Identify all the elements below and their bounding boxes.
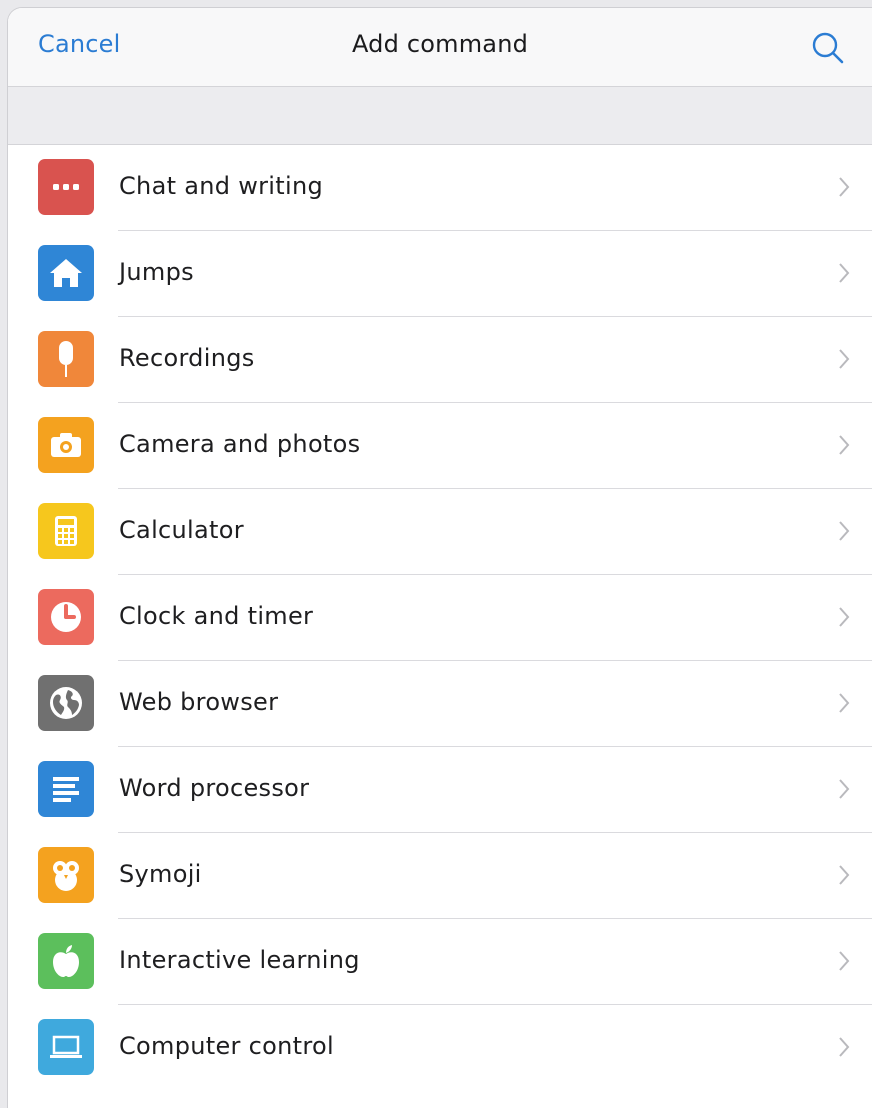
- command-label: Calculator: [119, 516, 244, 544]
- command-row-recordings[interactable]: Recordings: [8, 317, 872, 403]
- search-icon: [812, 32, 844, 64]
- microphone-icon: [59, 341, 73, 377]
- command-row-computer-control[interactable]: Computer control: [8, 1005, 872, 1091]
- chevron-right-icon: [839, 263, 850, 283]
- command-row-calculator[interactable]: Calculator: [8, 489, 872, 575]
- command-row-clock-and-timer[interactable]: Clock and timer: [8, 575, 872, 661]
- interactive-learning-tile: [38, 933, 94, 989]
- recordings-tile: [38, 331, 94, 387]
- command-row-word-processor[interactable]: Word processor: [8, 747, 872, 833]
- add-command-sheet: Cancel Add command Chat and writing Jump…: [8, 8, 872, 1108]
- web-browser-tile: [38, 675, 94, 731]
- chat-tile: [38, 159, 94, 215]
- computer-control-tile: [38, 1019, 94, 1075]
- document-icon: [53, 777, 79, 802]
- chevron-right-icon: [839, 177, 850, 197]
- command-label: Camera and photos: [119, 430, 361, 458]
- chevron-right-icon: [839, 779, 850, 799]
- clock-icon: [51, 602, 81, 632]
- command-row-camera-and-photos[interactable]: Camera and photos: [8, 403, 872, 489]
- section-separator: [8, 87, 872, 145]
- jumps-tile: [38, 245, 94, 301]
- symoji-tile: [38, 847, 94, 903]
- laptop-icon: [50, 1035, 82, 1058]
- command-label: Jumps: [119, 258, 194, 286]
- command-category-list: Chat and writing Jumps Recordings Camera…: [8, 145, 872, 1091]
- symoji-owl-icon: [53, 861, 79, 891]
- command-row-chat-and-writing[interactable]: Chat and writing: [8, 145, 872, 231]
- camera-tile: [38, 417, 94, 473]
- chevron-right-icon: [839, 951, 850, 971]
- chat-dots-icon: [53, 184, 79, 190]
- chevron-right-icon: [839, 865, 850, 885]
- home-icon: [50, 259, 82, 287]
- calculator-icon: [55, 516, 77, 546]
- command-row-web-browser[interactable]: Web browser: [8, 661, 872, 747]
- command-row-jumps[interactable]: Jumps: [8, 231, 872, 317]
- word-processor-tile: [38, 761, 94, 817]
- command-row-symoji[interactable]: Symoji: [8, 833, 872, 919]
- chevron-right-icon: [839, 1037, 850, 1057]
- command-label: Clock and timer: [119, 602, 314, 630]
- page-title: Add command: [351, 30, 529, 58]
- calculator-tile: [38, 503, 94, 559]
- command-label: Computer control: [119, 1032, 334, 1060]
- command-label: Word processor: [119, 774, 310, 802]
- command-label: Chat and writing: [119, 172, 323, 200]
- chevron-right-icon: [839, 607, 850, 627]
- command-label: Interactive learning: [119, 946, 360, 974]
- clock-tile: [38, 589, 94, 645]
- command-row-interactive-learning[interactable]: Interactive learning: [8, 919, 872, 1005]
- camera-icon: [51, 433, 81, 457]
- search-button[interactable]: [808, 28, 848, 68]
- command-label: Web browser: [119, 688, 279, 716]
- chevron-right-icon: [839, 435, 850, 455]
- chevron-right-icon: [839, 521, 850, 541]
- command-label: Symoji: [119, 860, 202, 888]
- command-label: Recordings: [119, 344, 255, 372]
- chevron-right-icon: [839, 693, 850, 713]
- navigation-bar: Cancel Add command: [8, 8, 872, 87]
- chevron-right-icon: [839, 349, 850, 369]
- apple-icon: [53, 945, 79, 977]
- globe-icon: [50, 687, 82, 719]
